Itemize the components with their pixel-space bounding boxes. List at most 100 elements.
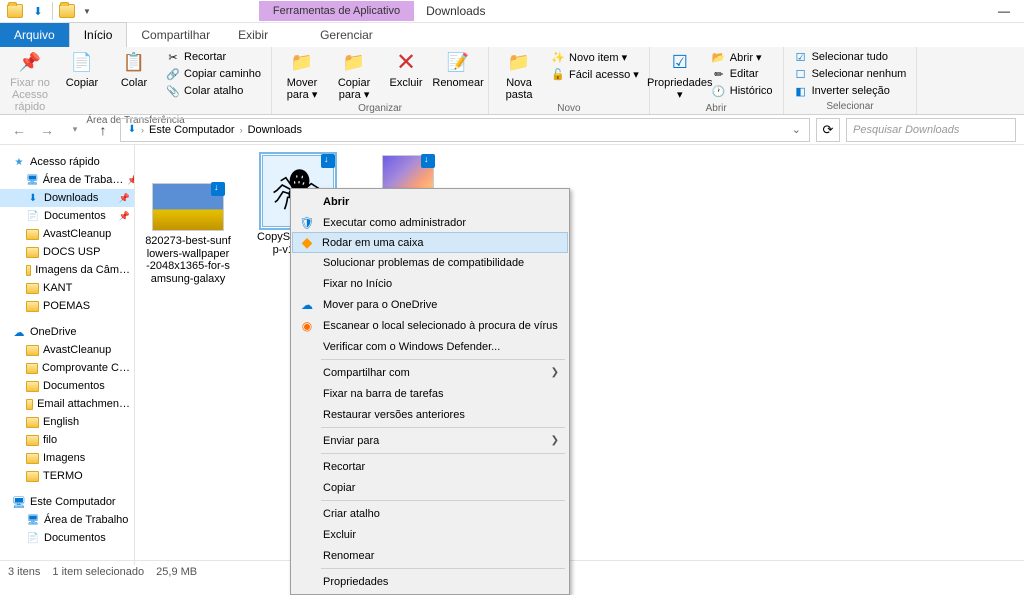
forward-button[interactable]: → xyxy=(36,119,58,141)
file-list[interactable]: 820273-best-sunf lowers-wallpaper -2048x… xyxy=(135,145,1024,565)
refresh-button[interactable]: ⟳ xyxy=(816,118,840,142)
paste-button[interactable]: 📋Colar xyxy=(110,49,158,113)
tree-this-pc[interactable]: 🖥Este Computador xyxy=(0,493,134,511)
pin-quick-access-button[interactable]: 📌Fixar no Acesso rápido xyxy=(6,49,54,113)
separator xyxy=(52,2,53,20)
tree-item[interactable]: 🖥Área de Trabalho xyxy=(0,511,134,529)
open-button[interactable]: 📂Abrir ▾ xyxy=(708,49,777,65)
status-size: 25,9 MB xyxy=(156,566,197,578)
tree-item[interactable]: 📄Documentos xyxy=(0,529,134,547)
download-badge-icon xyxy=(321,154,335,168)
window-title: Downloads xyxy=(414,0,497,22)
ctx-defender[interactable]: Verificar com o Windows Defender... xyxy=(293,336,567,357)
tab-home[interactable]: Início xyxy=(69,22,128,47)
new-folder-button[interactable]: 📁Nova pasta xyxy=(495,49,543,101)
ribbon-group-select: ☑Selecionar tudo ☐Selecionar nenhum ◧Inv… xyxy=(784,47,918,114)
shield-icon: 🛡 xyxy=(299,215,315,231)
ribbon-group-clipboard: 📌Fixar no Acesso rápido 📄Copiar 📋Colar ✂… xyxy=(0,47,272,114)
ctx-run-as-admin[interactable]: 🛡Executar como administrador xyxy=(293,212,567,233)
history-button[interactable]: 🕐Histórico xyxy=(708,83,777,99)
ctx-scan-virus[interactable]: ◉Escanear o local selecionado à procura … xyxy=(293,315,567,336)
tree-item-downloads[interactable]: ⬇Downloads📌 xyxy=(0,189,134,207)
ctx-cut[interactable]: Recortar xyxy=(293,456,567,477)
pin-icon: 📌 xyxy=(119,193,130,204)
ctx-delete[interactable]: Excluir xyxy=(293,524,567,545)
ctx-send-to[interactable]: Enviar para❯ xyxy=(293,430,567,451)
minimize-button[interactable]: — xyxy=(984,0,1024,22)
documents-icon: 📄 xyxy=(26,209,40,223)
desktop-icon: 🖥 xyxy=(26,513,40,527)
tab-manage[interactable]: Gerenciar xyxy=(306,23,387,47)
up-button[interactable]: ↑ xyxy=(92,119,114,141)
ctx-pin-start[interactable]: Fixar no Início xyxy=(293,273,567,294)
group-label: Novo xyxy=(495,101,643,114)
properties-button[interactable]: ☑Propriedades ▾ xyxy=(656,49,704,101)
tree-item[interactable]: TERMO xyxy=(0,467,134,485)
tab-view[interactable]: Exibir xyxy=(224,23,282,47)
paste-shortcut-button[interactable]: 📎Colar atalho xyxy=(162,83,265,99)
qat-dropdown-icon[interactable]: ▼ xyxy=(79,7,95,16)
cut-button[interactable]: ✂Recortar xyxy=(162,49,265,65)
ribbon-group-organize: 📁Mover para ▾ 📁Copiar para ▾ ✕Excluir 📝R… xyxy=(272,47,489,114)
tree-item[interactable]: Documentos xyxy=(0,377,134,395)
ctx-troubleshoot-compat[interactable]: Solucionar problemas de compatibilidade xyxy=(293,252,567,273)
tree-item[interactable]: 📄Documentos📌 xyxy=(0,207,134,225)
chevron-down-icon[interactable]: ⌄ xyxy=(792,123,801,136)
tree-item[interactable]: AvastCleanup xyxy=(0,225,134,243)
ctx-open[interactable]: Abrir xyxy=(293,191,567,212)
tree-item[interactable]: filo xyxy=(0,431,134,449)
breadcrumb-downloads[interactable]: Downloads xyxy=(245,124,305,136)
ctx-create-shortcut[interactable]: Criar atalho xyxy=(293,503,567,524)
folder-icon xyxy=(26,345,39,356)
tree-item[interactable]: English xyxy=(0,413,134,431)
tree-item[interactable]: Imagens da Câm… xyxy=(0,261,134,279)
copy-to-button[interactable]: 📁Copiar para ▾ xyxy=(330,49,378,101)
recent-dropdown[interactable]: ▾ xyxy=(64,119,86,141)
file-item-image[interactable]: 820273-best-sunf lowers-wallpaper -2048x… xyxy=(145,155,231,286)
tree-item[interactable]: KANT xyxy=(0,279,134,297)
ctx-rename[interactable]: Renomear xyxy=(293,545,567,566)
copy-button[interactable]: 📄Copiar xyxy=(58,49,106,113)
tree-quick-access[interactable]: ★Acesso rápido xyxy=(0,153,134,171)
tab-file[interactable]: Arquivo xyxy=(0,23,69,47)
back-button[interactable]: ← xyxy=(8,119,30,141)
ctx-move-onedrive[interactable]: ☁Mover para o OneDrive xyxy=(293,294,567,315)
tab-share[interactable]: Compartilhar xyxy=(127,23,224,47)
edit-button[interactable]: ✏Editar xyxy=(708,66,777,82)
move-to-button[interactable]: 📁Mover para ▾ xyxy=(278,49,326,101)
new-folder-icon[interactable] xyxy=(56,0,78,22)
down-arrow-icon[interactable]: ⬇ xyxy=(27,0,49,22)
ctx-run-sandboxed[interactable]: ◆Rodar em uma caixa xyxy=(292,232,568,253)
rename-button[interactable]: 📝Renomear xyxy=(434,49,482,101)
easy-access-button[interactable]: 🔓Fácil acesso ▾ xyxy=(547,66,643,82)
breadcrumb[interactable]: ⬇ › Este Computador › Downloads ⌄ xyxy=(120,118,810,142)
delete-icon: ✕ xyxy=(392,51,420,75)
search-input[interactable]: Pesquisar Downloads xyxy=(846,118,1016,142)
copy-path-button[interactable]: 🔗Copiar caminho xyxy=(162,66,265,82)
navigation-pane: ★Acesso rápido 🖥Área de Traba…📌 ⬇Downloa… xyxy=(0,145,135,565)
select-all-button[interactable]: ☑Selecionar tudo xyxy=(790,49,911,65)
breadcrumb-this-pc[interactable]: Este Computador xyxy=(146,124,238,136)
tree-item[interactable]: POEMAS xyxy=(0,297,134,315)
tree-onedrive[interactable]: ☁OneDrive xyxy=(0,323,134,341)
folder-icon xyxy=(26,453,39,464)
app-icon xyxy=(4,0,26,22)
chevron-right-icon[interactable]: › xyxy=(141,125,144,135)
tree-item[interactable]: DOCS USP xyxy=(0,243,134,261)
new-item-button[interactable]: ✨Novo item ▾ xyxy=(547,49,643,65)
delete-button[interactable]: ✕Excluir xyxy=(382,49,430,101)
file-name: 820273-best-sunf lowers-wallpaper -2048x… xyxy=(145,235,231,286)
ctx-restore-versions[interactable]: Restaurar versões anteriores xyxy=(293,404,567,425)
tree-item[interactable]: Imagens xyxy=(0,449,134,467)
ctx-copy[interactable]: Copiar xyxy=(293,477,567,498)
invert-selection-button[interactable]: ◧Inverter seleção xyxy=(790,83,911,99)
ctx-pin-taskbar[interactable]: Fixar na barra de tarefas xyxy=(293,383,567,404)
download-badge-icon xyxy=(211,182,225,196)
select-none-button[interactable]: ☐Selecionar nenhum xyxy=(790,66,911,82)
tree-item[interactable]: AvastCleanup xyxy=(0,341,134,359)
tree-item[interactable]: Comprovante C… xyxy=(0,359,134,377)
tree-item[interactable]: 🖥Área de Traba…📌 xyxy=(0,171,134,189)
chevron-right-icon[interactable]: › xyxy=(240,125,243,135)
tree-item[interactable]: Email attachmen… xyxy=(0,395,134,413)
ctx-share-with[interactable]: Compartilhar com❯ xyxy=(293,362,567,383)
